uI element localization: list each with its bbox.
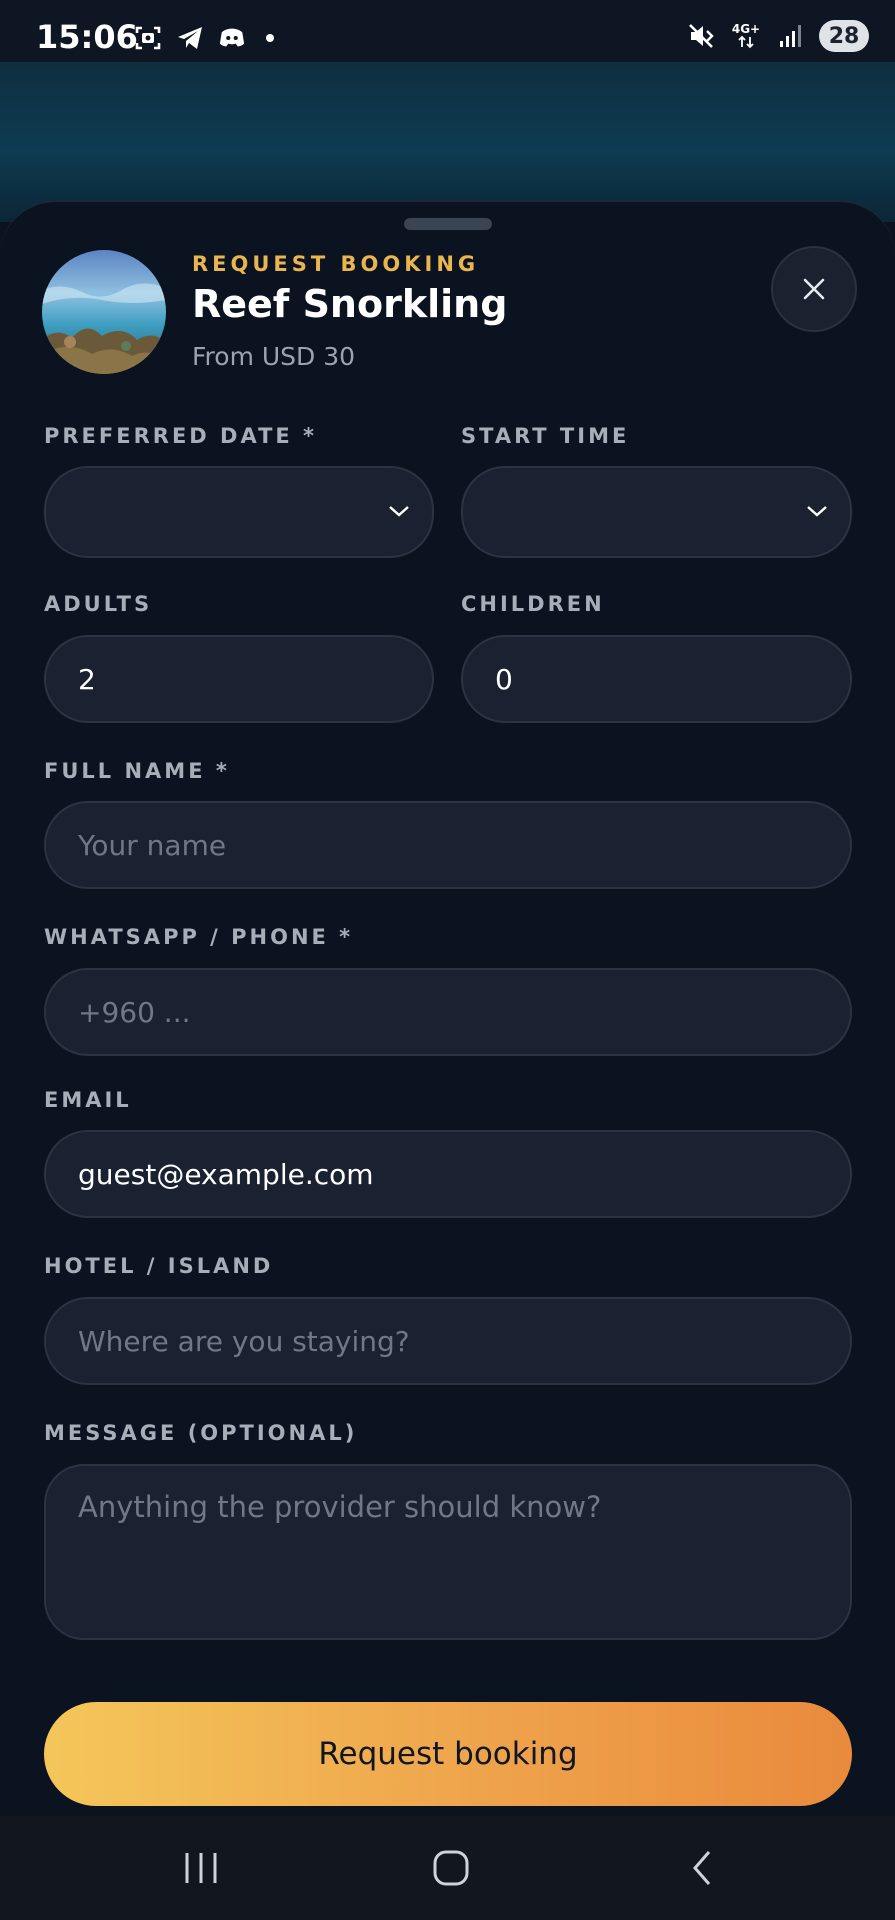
status-time: 15:06	[36, 18, 138, 56]
sheet-eyebrow: REQUEST BOOKING	[192, 252, 480, 276]
adults-input[interactable]: 2	[44, 635, 434, 723]
tour-price: From USD 30	[192, 342, 356, 371]
sheet-grabber[interactable]	[404, 218, 492, 230]
name-label: FULL NAME *	[44, 759, 230, 783]
home-button[interactable]	[426, 1846, 476, 1890]
screenshot-icon	[134, 24, 162, 52]
notification-dot-icon	[266, 34, 274, 42]
backdrop-image	[0, 62, 895, 222]
phone-input[interactable]: +960 ...	[44, 968, 852, 1056]
recent-apps-button[interactable]	[176, 1846, 226, 1890]
network-icon: 4G+	[729, 22, 763, 50]
request-booking-label: Request booking	[318, 1736, 578, 1772]
chevron-down-icon	[807, 506, 827, 517]
hotel-input[interactable]: Where are you staying?	[44, 1297, 852, 1385]
email-input[interactable]: guest@example.com	[44, 1130, 852, 1218]
mute-icon	[687, 22, 715, 50]
hotel-placeholder: Where are you staying?	[78, 1324, 410, 1358]
date-label: PREFERRED DATE *	[44, 424, 318, 448]
signal-icon	[777, 22, 805, 50]
home-icon	[433, 1850, 469, 1886]
discord-icon	[218, 24, 246, 52]
adults-value: 2	[78, 662, 96, 696]
close-button[interactable]	[771, 246, 857, 332]
name-placeholder: Your name	[78, 828, 227, 862]
recent-apps-icon	[185, 1853, 217, 1883]
tour-title: Reef Snorkling	[192, 282, 508, 326]
request-booking-button[interactable]: Request booking	[44, 1702, 852, 1806]
network-label: 4G+	[731, 22, 761, 36]
back-button[interactable]	[677, 1846, 727, 1890]
adults-label: ADULTS	[44, 592, 153, 616]
booking-sheet: REQUEST BOOKING Reef Snorkling From USD …	[0, 200, 895, 1818]
battery-level: 28	[828, 23, 860, 49]
email-value: guest@example.com	[78, 1157, 374, 1191]
children-label: CHILDREN	[461, 592, 605, 616]
message-textarea[interactable]: Anything the provider should know?	[44, 1464, 852, 1640]
status-bar: 15:06 4G+ 28	[0, 0, 895, 62]
name-input[interactable]: Your name	[44, 801, 852, 889]
chevron-down-icon	[389, 506, 409, 517]
hotel-label: HOTEL / ISLAND	[44, 1254, 274, 1278]
system-nav-bar	[0, 1816, 895, 1920]
time-label: START TIME	[461, 424, 630, 448]
children-input[interactable]: 0	[461, 635, 852, 723]
battery-icon: 28	[819, 20, 869, 52]
back-icon	[693, 1851, 711, 1885]
children-value: 0	[495, 662, 513, 696]
close-icon	[803, 278, 825, 300]
telegram-icon	[176, 24, 204, 52]
time-select[interactable]	[461, 466, 852, 558]
phone-label: WHATSAPP / PHONE *	[44, 925, 354, 949]
tour-thumbnail	[42, 250, 166, 374]
date-select[interactable]	[44, 466, 434, 558]
message-placeholder: Anything the provider should know?	[78, 1490, 602, 1524]
message-label: MESSAGE (OPTIONAL)	[44, 1421, 358, 1445]
email-label: EMAIL	[44, 1088, 132, 1112]
phone-placeholder: +960 ...	[78, 995, 191, 1029]
